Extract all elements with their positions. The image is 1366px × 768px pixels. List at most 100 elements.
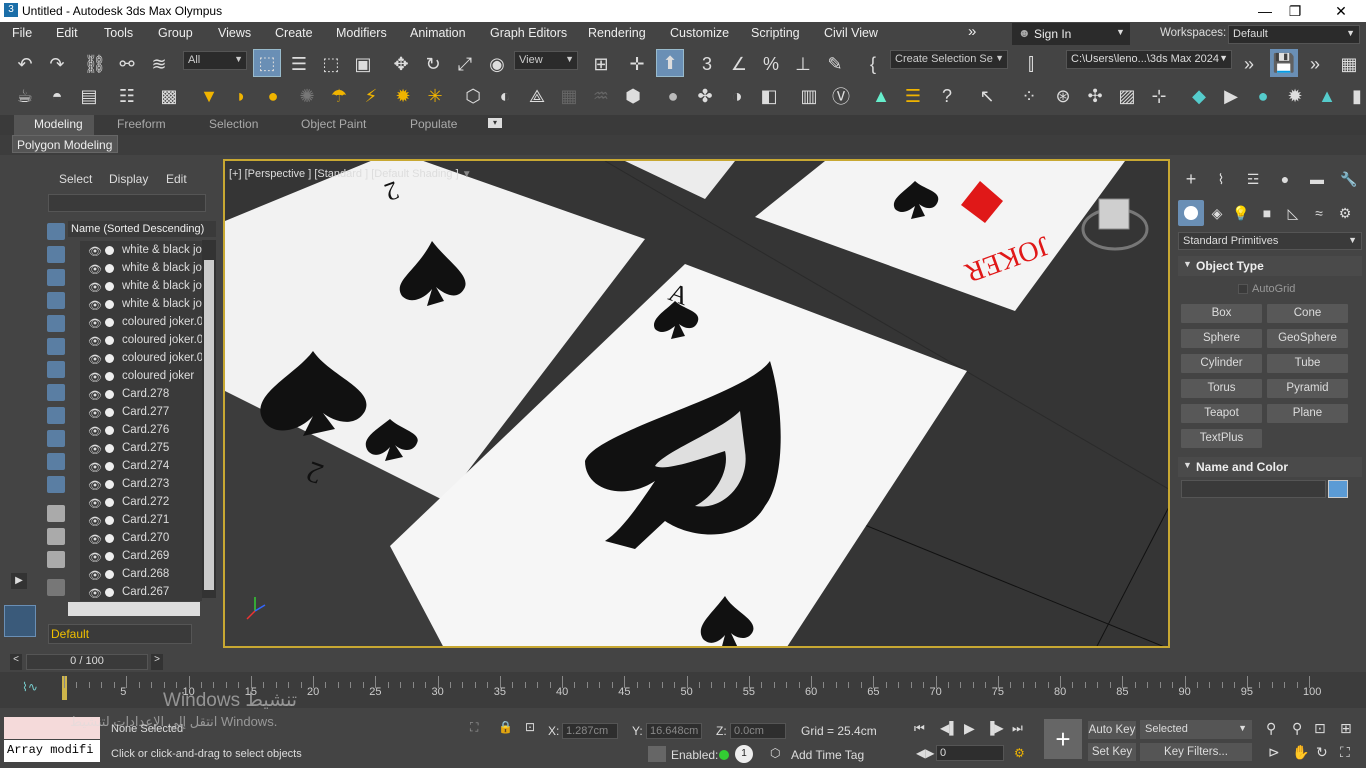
eye-icon[interactable]: 👁 [88, 441, 102, 457]
panel-toggle-icon[interactable]: ▦ [1336, 51, 1362, 77]
selection-filter-dropdown[interactable]: All ▼ [183, 51, 247, 70]
select-by-name-icon[interactable]: ☰ [286, 51, 312, 77]
viewport-layout-icon[interactable] [4, 605, 36, 637]
minimize-button[interactable]: — [1250, 2, 1280, 20]
photometric-light-icon[interactable]: ⚡ [358, 83, 384, 109]
freeze-dot-icon[interactable] [105, 300, 114, 309]
rendered-frame-icon[interactable]: ▤ [76, 83, 102, 109]
explorer-row[interactable]: 👁 Card.277 [80, 403, 202, 421]
link-icon[interactable]: ⛓ [82, 51, 108, 77]
freeze-dot-icon[interactable] [105, 318, 114, 327]
go-to-end-icon[interactable]: ⏭ [1012, 721, 1023, 736]
maximize-viewport-icon[interactable]: ⛶ [1340, 744, 1350, 761]
play-icon[interactable]: ▶ [964, 720, 975, 737]
layer-field[interactable]: Default [48, 624, 192, 644]
freeze-dot-icon[interactable] [105, 372, 114, 381]
viewport-menu-shading[interactable]: [Default Shading ] [371, 168, 458, 180]
bulb-icon[interactable]: ● [1250, 83, 1276, 109]
light-icon[interactable]: ▼ [196, 83, 222, 109]
ribbon-options-icon[interactable]: ▾ [488, 118, 502, 128]
hierarchy-tab-icon[interactable]: ☲ [1240, 166, 1266, 192]
explorer-row[interactable]: 👁 Card.271 [80, 511, 202, 529]
set-key-button[interactable]: Set Key [1088, 743, 1136, 761]
spinner-snap-icon[interactable]: ⊥ [790, 51, 816, 77]
object-name-input[interactable] [1181, 480, 1326, 498]
freeze-dot-icon[interactable] [105, 264, 114, 273]
overflow-icon[interactable]: » [1302, 51, 1328, 77]
spruce-icon[interactable]: ▲ [1314, 83, 1340, 109]
cameras-category-icon[interactable]: ■ [1254, 200, 1280, 226]
add-time-tag[interactable]: Add Time Tag [791, 748, 864, 762]
explorer-page-icon[interactable] [47, 528, 65, 545]
explorer-funnel-icon[interactable] [47, 579, 65, 596]
display-tab-icon[interactable]: ▬ [1304, 166, 1330, 192]
viewport-menu-standard[interactable]: [Standard ] [314, 168, 368, 180]
current-frame-field[interactable]: 0 [936, 745, 1004, 761]
tab-object-paint[interactable]: Object Paint [301, 117, 366, 131]
field-of-view-icon[interactable]: ⊳ [1268, 744, 1280, 761]
camera-icon[interactable]: ◆ [1186, 83, 1212, 109]
eye-icon[interactable]: 👁 [88, 243, 102, 259]
explorer-row[interactable]: 👁 Card.275 [80, 439, 202, 457]
explorer-row[interactable]: 👁 Card.267 [80, 583, 202, 601]
freeze-dot-icon[interactable] [105, 444, 114, 453]
x-coordinate-field[interactable]: 1.287cm [562, 723, 618, 739]
go-to-start-icon[interactable]: ⏮ [914, 721, 925, 736]
menu-group[interactable]: Group [158, 26, 193, 40]
explorer-tab-select[interactable]: Select [59, 172, 92, 186]
explorer-row[interactable]: 👁 white & black joker [80, 295, 202, 313]
explorer-filter-cameras-icon[interactable] [47, 292, 65, 309]
tube-button[interactable]: Tube [1267, 354, 1348, 373]
menu-rendering[interactable]: Rendering [588, 26, 646, 40]
key-mode-icon[interactable]: ◀▶ [916, 746, 934, 760]
freeze-dot-icon[interactable] [105, 588, 114, 597]
lights-category-icon[interactable]: 💡 [1228, 200, 1254, 226]
tab-populate[interactable]: Populate [410, 117, 457, 131]
eye-icon[interactable]: 👁 [88, 369, 102, 385]
bake-icon[interactable]: ◧ [756, 83, 782, 109]
reference-coordinate-dropdown[interactable]: View ▼ [514, 51, 578, 70]
spacewarps-category-icon[interactable]: ≈ [1306, 200, 1332, 226]
explorer-page-icon[interactable] [47, 505, 65, 522]
helpers-category-icon[interactable]: ◺ [1280, 200, 1306, 226]
explorer-row[interactable]: 👁 Card.268 [80, 565, 202, 583]
eye-icon[interactable]: 👁 [88, 387, 102, 403]
explorer-filter-bones-icon[interactable] [47, 407, 65, 424]
freeze-dot-icon[interactable] [105, 246, 114, 255]
material-map-icon[interactable]: ◑ [724, 83, 750, 109]
material-editor-icon[interactable]: ▩ [156, 83, 182, 109]
material-sphere-icon[interactable]: ● [660, 83, 686, 109]
explorer-row[interactable]: 👁 Card.269 [80, 547, 202, 565]
save-icon[interactable]: 💾 [1270, 49, 1298, 77]
selection-set-dropdown[interactable]: Create Selection Se ▼ [890, 50, 1008, 69]
object-color-swatch[interactable] [1328, 480, 1348, 498]
prev-frame-icon[interactable]: ◀▌ [940, 721, 958, 735]
menu-civil-view[interactable]: Civil View [824, 26, 878, 40]
tree-icon[interactable]: ▲ [868, 83, 894, 109]
eye-icon[interactable]: 👁 [88, 297, 102, 313]
render-setup-icon[interactable]: ◓ [44, 83, 70, 109]
explorer-row[interactable]: 👁 Card.274 [80, 457, 202, 475]
viewport-menu-point-of-view[interactable]: [Perspective ] [245, 168, 312, 180]
eye-icon[interactable]: 👁 [88, 567, 102, 583]
create-tab-icon[interactable]: + [1178, 166, 1204, 192]
zoom-extents-all-icon[interactable]: ⊞ [1340, 720, 1352, 737]
textplus-button[interactable]: TextPlus [1181, 429, 1262, 448]
enabled-indicator[interactable] [719, 750, 729, 760]
plane-button[interactable]: Plane [1267, 404, 1348, 423]
explorer-row[interactable]: 👁 white & black joker [80, 277, 202, 295]
freeze-dot-icon[interactable] [105, 390, 114, 399]
menu-views[interactable]: Views [218, 26, 251, 40]
sign-in-dropdown[interactable]: ☻ Sign In ▼ [1012, 23, 1130, 45]
explorer-row[interactable]: 👁 coloured joker.002 [80, 313, 202, 331]
primitive-category-dropdown[interactable]: Standard Primitives ▼ [1178, 232, 1362, 250]
teapot-button[interactable]: Teapot [1181, 404, 1262, 423]
edit-named-selection-icon[interactable]: ✎ [822, 51, 848, 77]
project-folder-dropdown[interactable]: C:\Users\leno...\3ds Max 2024 ▼ [1066, 50, 1232, 69]
move-icon[interactable]: ✥ [388, 51, 414, 77]
percent-snap-icon[interactable]: % [758, 51, 784, 77]
freeze-dot-icon[interactable] [105, 516, 114, 525]
pivot-center-icon[interactable]: ⊞ [588, 51, 614, 77]
freeze-dot-icon[interactable] [105, 534, 114, 543]
render-region-icon[interactable]: ▥ [796, 83, 822, 109]
